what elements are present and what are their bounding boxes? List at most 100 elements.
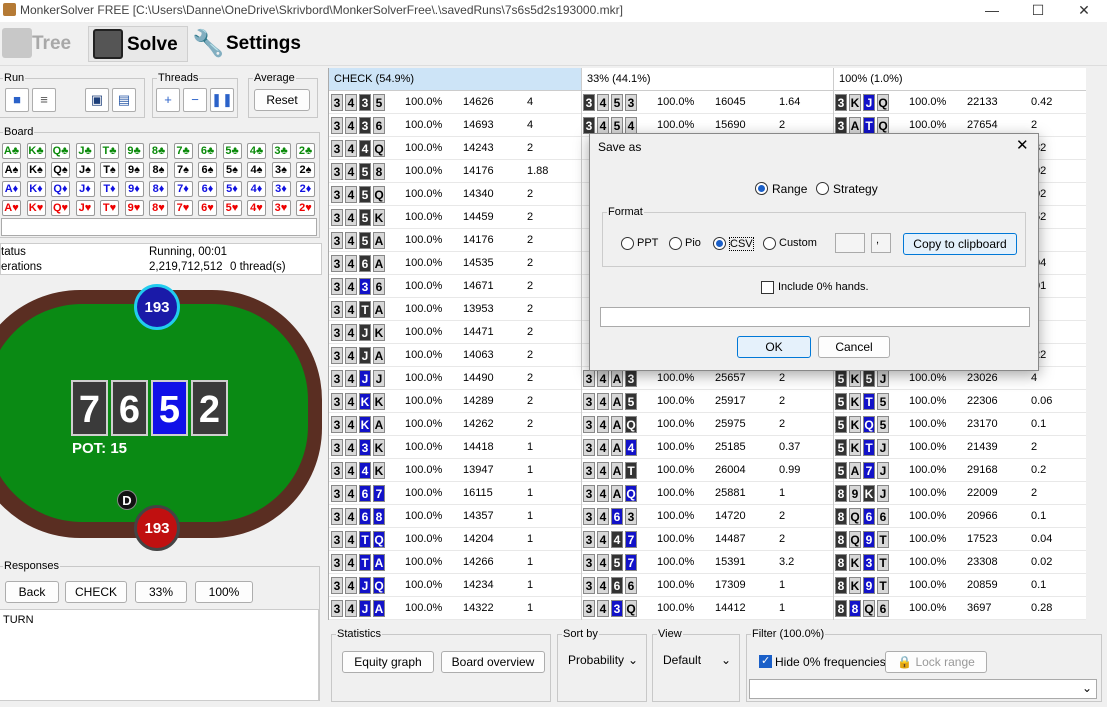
board-overview-button[interactable]: Board overview (441, 651, 545, 673)
ok-button[interactable]: OK (737, 336, 811, 358)
board-select-card[interactable]: 6♠ (198, 162, 217, 178)
board-select-card[interactable]: A♥ (2, 200, 21, 216)
open-folder-button[interactable]: ▤ (112, 88, 136, 112)
pause-button[interactable]: ❚❚ (210, 88, 234, 112)
table-row[interactable]: 3 4 4 K 100.0% 13947 1 3 4 A T 100.0% 26004 0.99 5 A 7 J 1… (329, 459, 1086, 482)
minimize-icon[interactable]: — (969, 0, 1015, 22)
board-select-card[interactable]: 2♣ (296, 143, 315, 159)
hide-zero-checkbox[interactable] (759, 654, 772, 668)
range-radio[interactable] (755, 182, 768, 195)
board-select-card[interactable]: 5♥ (222, 200, 242, 216)
board-input[interactable] (1, 218, 317, 236)
board-select-card[interactable]: 8♣ (149, 143, 168, 159)
board-select-card[interactable]: 2♥ (296, 200, 315, 216)
board-select-card[interactable]: K♦ (26, 181, 46, 197)
copy-to-clipboard-button[interactable]: Copy to clipboard (903, 233, 1017, 255)
board-select-card[interactable]: J♥ (75, 200, 95, 216)
close-icon[interactable]: ✕ (1061, 0, 1107, 22)
board-select-card[interactable]: 2♠ (296, 162, 315, 178)
board-select-card[interactable]: Q♣ (51, 143, 70, 159)
column-header-100[interactable]: 100% (1.0%) (833, 68, 1086, 91)
dialog-close-icon[interactable]: ✕ (1016, 136, 1029, 154)
log-button[interactable]: ≡ (32, 88, 56, 112)
action-history[interactable]: TURN (0, 609, 319, 701)
board-select-card[interactable]: 6♦ (198, 181, 217, 197)
filter-input[interactable]: ⌄ (749, 679, 1097, 699)
lock-range-button[interactable]: 🔒 Lock range (885, 651, 987, 673)
pio-radio[interactable] (669, 237, 682, 250)
board-select-card[interactable]: J♣ (75, 143, 95, 159)
board-select-card[interactable]: T♦ (100, 181, 119, 197)
board-select-card[interactable]: 3♦ (271, 181, 291, 197)
table-row[interactable]: 3 4 T A 100.0% 14266 1 3 4 5 7 100.0% 15391 3.2 8 K 3 T 10… (329, 551, 1086, 574)
equity-graph-button[interactable]: Equity graph (342, 651, 434, 673)
strategy-radio[interactable] (816, 182, 829, 195)
board-select-card[interactable]: 4♣ (247, 143, 266, 159)
board-select-card[interactable]: Q♦ (51, 181, 70, 197)
board-select-card[interactable]: T♣ (100, 143, 119, 159)
check-button[interactable]: CHECK (65, 581, 127, 603)
board-select-card[interactable]: A♦ (2, 181, 21, 197)
board-select-card[interactable]: 8♦ (149, 181, 168, 197)
table-row[interactable]: 3 4 3 K 100.0% 14418 1 3 4 A 4 100.0% 25185 0.37 5 K T J 1… (329, 436, 1086, 459)
sortby-dropdown[interactable]: Probability ⌄ (562, 649, 642, 671)
tree-tab[interactable]: Tree (2, 26, 82, 62)
table-row[interactable]: 3 4 J A 100.0% 14322 1 3 4 3 Q 100.0% 14412 1 8 8 Q 6 100.… (329, 597, 1086, 620)
maximize-icon[interactable]: ☐ (1015, 0, 1061, 22)
save-path-field[interactable] (600, 307, 1030, 327)
board-select-card[interactable]: 9♥ (124, 200, 144, 216)
bet-33-button[interactable]: 33% (135, 581, 187, 603)
settings-tab[interactable]: 🔧 Settings (192, 26, 302, 62)
board-select-card[interactable]: 3♠ (271, 162, 291, 178)
board-select-card[interactable]: 5♦ (222, 181, 242, 197)
table-row[interactable]: 3 4 T Q 100.0% 14204 1 3 4 4 7 100.0% 14487 2 8 Q 9 T 100.… (329, 528, 1086, 551)
board-select-card[interactable]: J♠ (75, 162, 95, 178)
table-row[interactable]: 3 4 K A 100.0% 14262 2 3 4 A Q 100.0% 25975 2 5 K Q 5 100.… (329, 413, 1086, 436)
custom-format-field[interactable] (835, 233, 865, 253)
board-select-card[interactable]: 7♥ (173, 200, 193, 216)
board-select-card[interactable]: 3♥ (271, 200, 291, 216)
board-select-card[interactable]: K♠ (26, 162, 46, 178)
board-select-card[interactable]: 8♥ (149, 200, 168, 216)
column-header-check[interactable]: CHECK (54.9%) (329, 68, 581, 91)
board-select-card[interactable]: A♣ (2, 143, 21, 159)
grid-scrollbar[interactable] (1086, 68, 1107, 620)
board-select-card[interactable]: Q♥ (51, 200, 70, 216)
column-header-33[interactable]: 33% (44.1%) (581, 68, 833, 91)
board-select-card[interactable]: 8♠ (149, 162, 168, 178)
stop-button[interactable]: ■ (5, 88, 29, 112)
table-row[interactable]: 3 4 6 7 100.0% 16115 1 3 4 A Q 100.0% 25881 1 8 9 K J 100.… (329, 482, 1086, 505)
board-select-card[interactable]: 4♠ (247, 162, 266, 178)
view-dropdown[interactable]: Default ⌄ (657, 649, 735, 671)
board-select-card[interactable]: A♠ (2, 162, 21, 178)
board-select-card[interactable]: K♣ (26, 143, 46, 159)
table-row[interactable]: 3 4 6 8 100.0% 14357 1 3 4 6 3 100.0% 14720 2 8 Q 6 6 100.… (329, 505, 1086, 528)
board-select-card[interactable]: 9♦ (124, 181, 144, 197)
add-thread-button[interactable]: + (156, 88, 180, 112)
cancel-button[interactable]: Cancel (818, 336, 890, 358)
remove-thread-button[interactable]: − (183, 88, 207, 112)
board-select-card[interactable]: 5♣ (222, 143, 242, 159)
board-select-card[interactable]: 6♣ (198, 143, 217, 159)
board-select-card[interactable]: 3♣ (271, 143, 291, 159)
custom-radio[interactable] (763, 237, 776, 250)
board-select-card[interactable]: 7♦ (173, 181, 193, 197)
board-select-card[interactable]: J♦ (75, 181, 95, 197)
board-select-card[interactable]: 6♥ (198, 200, 217, 216)
ppt-radio[interactable] (621, 237, 634, 250)
board-select-card[interactable]: T♠ (100, 162, 119, 178)
board-select-card[interactable]: Q♠ (51, 162, 70, 178)
include-zero-checkbox[interactable] (761, 281, 774, 294)
board-select-card[interactable]: K♥ (26, 200, 46, 216)
reset-button[interactable]: Reset (254, 89, 310, 111)
table-row[interactable]: 3 4 K K 100.0% 14289 2 3 4 A 5 100.0% 25917 2 5 K T 5 100.… (329, 390, 1086, 413)
board-select-card[interactable]: T♥ (100, 200, 119, 216)
board-select-card[interactable]: 7♣ (173, 143, 193, 159)
board-select-card[interactable]: 9♣ (124, 143, 144, 159)
solve-tab[interactable]: Solve (88, 26, 188, 62)
bet-100-button[interactable]: 100% (195, 581, 253, 603)
table-row[interactable]: 3 4 3 5 100.0% 14626 4 3 4 5 3 100.0% 16045 1.64 3 K J Q 1… (329, 91, 1086, 114)
board-select-card[interactable]: 2♦ (296, 181, 315, 197)
board-select-card[interactable]: 4♥ (247, 200, 266, 216)
back-button[interactable]: Back (5, 581, 59, 603)
